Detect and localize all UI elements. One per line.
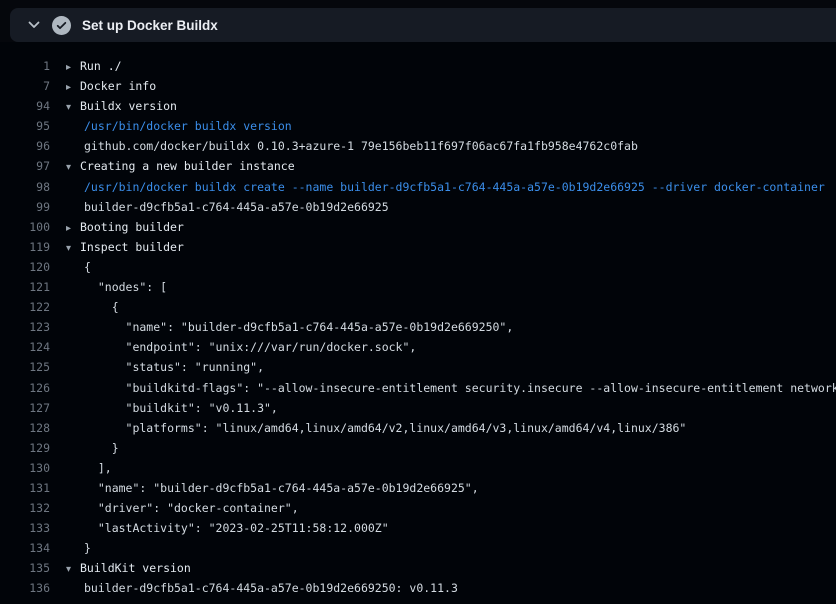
chevron-down-icon[interactable] [23, 14, 45, 36]
log-text: } [66, 538, 91, 558]
log-text: "name": "builder-d9cfb5a1-c764-445a-a57e… [66, 478, 479, 498]
line-number[interactable]: 96 [0, 136, 50, 156]
log-text: github.com/docker/buildx 0.10.3+azure-1 … [66, 136, 638, 156]
log-text: "platforms": "linux/amd64,linux/amd64/v2… [66, 418, 686, 438]
log-text: builder-d9cfb5a1-c764-445a-a57e-0b19d2e6… [66, 197, 389, 217]
log-line-output: 120 { [0, 257, 836, 277]
log-text: "status": "running", [66, 357, 264, 377]
step-title: Set up Docker Buildx [82, 18, 218, 33]
line-number[interactable]: 120 [0, 257, 50, 277]
group-title[interactable]: ▸Docker info [66, 76, 156, 96]
log-line-group[interactable]: 135 ▾BuildKit version [0, 558, 836, 578]
log-text: "buildkit": "v0.11.3", [66, 398, 278, 418]
log-line-output: 122 { [0, 297, 836, 317]
log-line-command: 98/usr/bin/docker buildx create --name b… [0, 177, 836, 197]
log-text: "name": "builder-d9cfb5a1-c764-445a-a57e… [66, 317, 513, 337]
line-number[interactable]: 128 [0, 418, 50, 438]
log-text: /usr/bin/docker buildx create --name bui… [66, 177, 825, 197]
log-line-output: 129 } [0, 438, 836, 458]
line-number[interactable]: 94 [0, 96, 50, 116]
line-number[interactable]: 97 [0, 156, 50, 176]
log-text: ], [66, 458, 112, 478]
line-number[interactable]: 123 [0, 317, 50, 337]
log-line-group[interactable]: 1 ▸Run ./ [0, 56, 836, 76]
triangle-down-icon[interactable]: ▾ [66, 239, 80, 257]
log-line-output: 127 "buildkit": "v0.11.3", [0, 398, 836, 418]
log-text: "buildkitd-flags": "--allow-insecure-ent… [66, 378, 836, 398]
step-header[interactable]: Set up Docker Buildx [10, 8, 836, 42]
log-line-output: 124 "endpoint": "unix:///var/run/docker.… [0, 337, 836, 357]
log-line-output: 130 ], [0, 458, 836, 478]
line-number[interactable]: 129 [0, 438, 50, 458]
group-title[interactable]: ▾Creating a new builder instance [66, 156, 295, 176]
log-line-group[interactable]: 119 ▾Inspect builder [0, 237, 836, 257]
log-line-output: 125 "status": "running", [0, 357, 836, 377]
log-line-group[interactable]: 7 ▸Docker info [0, 76, 836, 96]
line-number[interactable]: 1 [0, 56, 50, 76]
log-line-output: 123 "name": "builder-d9cfb5a1-c764-445a-… [0, 317, 836, 337]
group-title[interactable]: ▾Buildx version [66, 96, 177, 116]
line-number[interactable]: 133 [0, 518, 50, 538]
line-number[interactable]: 127 [0, 398, 50, 418]
check-circle-icon [52, 16, 71, 35]
log-line-group[interactable]: 97 ▾Creating a new builder instance [0, 156, 836, 176]
log-line-output: 133 "lastActivity": "2023-02-25T11:58:12… [0, 518, 836, 538]
log-text: "endpoint": "unix:///var/run/docker.sock… [66, 337, 416, 357]
group-title[interactable]: ▾BuildKit version [66, 558, 191, 578]
log-line-output: 121 "nodes": [ [0, 277, 836, 297]
log-line-group[interactable]: 100 ▸Booting builder [0, 217, 836, 237]
line-number[interactable]: 121 [0, 277, 50, 297]
group-title[interactable]: ▸Run ./ [66, 56, 122, 76]
line-number[interactable]: 98 [0, 177, 50, 197]
group-title[interactable]: ▸Booting builder [66, 217, 184, 237]
log-text: { [66, 297, 119, 317]
log-line-group[interactable]: 94 ▾Buildx version [0, 96, 836, 116]
line-number[interactable]: 100 [0, 217, 50, 237]
line-number[interactable]: 7 [0, 76, 50, 96]
log-line-output: 128 "platforms": "linux/amd64,linux/amd6… [0, 418, 836, 438]
log-text: "driver": "docker-container", [66, 498, 299, 518]
triangle-right-icon[interactable]: ▸ [66, 219, 80, 237]
line-number[interactable]: 130 [0, 458, 50, 478]
triangle-down-icon[interactable]: ▾ [66, 560, 80, 578]
triangle-right-icon[interactable]: ▸ [66, 78, 80, 96]
triangle-right-icon[interactable]: ▸ [66, 58, 80, 76]
line-number[interactable]: 132 [0, 498, 50, 518]
log-line-output: 99 builder-d9cfb5a1-c764-445a-a57e-0b19d2… [0, 197, 836, 217]
line-number[interactable]: 95 [0, 116, 50, 136]
triangle-down-icon[interactable]: ▾ [66, 98, 80, 116]
group-title[interactable]: ▾Inspect builder [66, 237, 184, 257]
log-text: /usr/bin/docker buildx version [66, 116, 292, 136]
line-number[interactable]: 119 [0, 237, 50, 257]
log-line-output: 132 "driver": "docker-container", [0, 498, 836, 518]
line-number[interactable]: 135 [0, 558, 50, 578]
line-number[interactable]: 131 [0, 478, 50, 498]
line-number[interactable]: 125 [0, 357, 50, 377]
line-number[interactable]: 122 [0, 297, 50, 317]
line-number[interactable]: 134 [0, 538, 50, 558]
log-text: "lastActivity": "2023-02-25T11:58:12.000… [66, 518, 389, 538]
log-line-output: 136 builder-d9cfb5a1-c764-445a-a57e-0b19d… [0, 578, 836, 598]
log-text: } [66, 438, 119, 458]
log-line-output: 96 github.com/docker/buildx 0.10.3+azure-… [0, 136, 836, 156]
log-text: { [66, 257, 91, 277]
line-number[interactable]: 124 [0, 337, 50, 357]
log-line-output: 126 "buildkitd-flags": "--allow-insecure… [0, 378, 836, 398]
line-number[interactable]: 136 [0, 578, 50, 598]
triangle-down-icon[interactable]: ▾ [66, 158, 80, 176]
log-text: "nodes": [ [66, 277, 167, 297]
log-line-command: 95/usr/bin/docker buildx version [0, 116, 836, 136]
log-text: builder-d9cfb5a1-c764-445a-a57e-0b19d2e6… [66, 578, 458, 598]
chevron-down-icon [27, 18, 41, 32]
line-number[interactable]: 126 [0, 378, 50, 398]
log-line-output: 131 "name": "builder-d9cfb5a1-c764-445a-… [0, 478, 836, 498]
log-view: 1▸Run ./7▸Docker info94▾Buildx version95… [0, 42, 836, 604]
log-line-output: 134} [0, 538, 836, 558]
line-number[interactable]: 99 [0, 197, 50, 217]
